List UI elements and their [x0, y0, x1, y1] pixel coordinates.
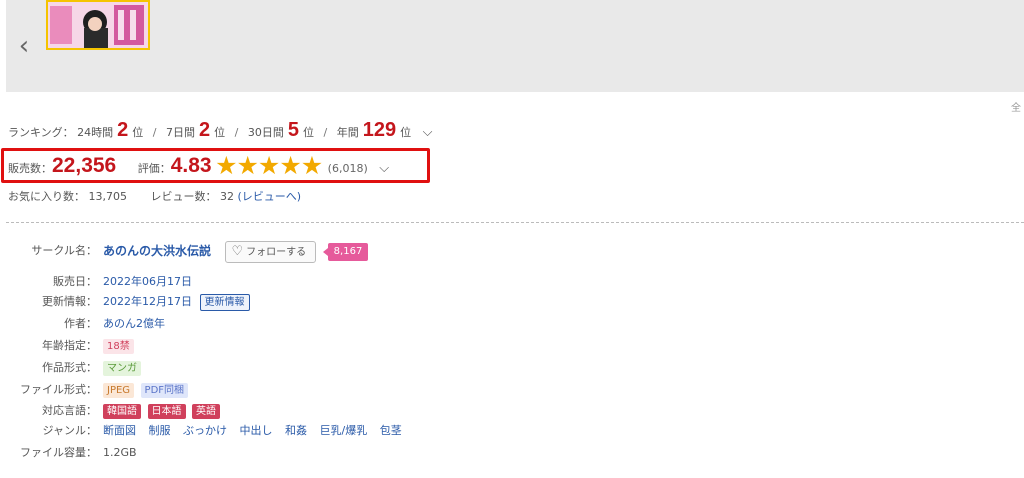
- ranking-label: ランキング：: [8, 126, 74, 139]
- language-tag[interactable]: 韓国語: [103, 404, 141, 419]
- rating-count: (6,018): [327, 162, 368, 175]
- genre-link[interactable]: 和姦: [285, 424, 307, 437]
- ranking-unit: 位: [400, 126, 412, 139]
- genre-link[interactable]: 制服: [149, 424, 171, 437]
- separator: /: [234, 126, 239, 139]
- ranking-unit: 位: [214, 126, 226, 139]
- favorites-row: お気に入り数： 13,705 レビュー数： 32 (レビューへ): [8, 189, 301, 205]
- genre-link[interactable]: 包茎: [380, 424, 402, 437]
- circle-name-link[interactable]: あのんの大洪水伝説: [103, 244, 211, 258]
- genre-link[interactable]: ぶっかけ: [183, 424, 227, 437]
- ranking-value: 2: [117, 119, 129, 141]
- follow-button[interactable]: ♡ フォローする: [224, 241, 317, 263]
- updated-date-link[interactable]: 2022年12月17日: [103, 295, 192, 308]
- circle-label: サークル名：: [31, 244, 97, 257]
- star-rating-icon: ★★★★★: [215, 151, 323, 180]
- divider: [6, 222, 1024, 223]
- review-label: レビュー数：: [150, 190, 217, 203]
- file-format-label: ファイル形式：: [20, 383, 97, 396]
- detail-row-format: 作品形式： マンガ: [0, 358, 480, 378]
- detail-row-filesize: ファイル容量： 1.2GB: [0, 443, 480, 463]
- sales-value: 22,356: [52, 154, 117, 177]
- languages-label: 対応言語：: [42, 404, 97, 417]
- rating-value: 4.83: [170, 154, 212, 177]
- detail-row-age: 年齢指定： 18禁: [0, 336, 480, 356]
- heart-icon: ♡: [231, 244, 244, 259]
- ranking-value: 129: [362, 119, 397, 141]
- detail-row-circle: サークル名： あのんの大洪水伝説 ♡ フォローする 8,167: [0, 240, 480, 263]
- age-label: 年齢指定：: [42, 339, 97, 352]
- separator: /: [152, 126, 157, 139]
- separator: /: [323, 126, 328, 139]
- ranking-unit: 位: [302, 126, 314, 139]
- ranking-period: 30日間: [247, 126, 284, 139]
- genre-link[interactable]: 断面図: [103, 424, 136, 437]
- format-label: 作品形式：: [42, 361, 97, 374]
- follow-label: フォローする: [246, 247, 307, 258]
- ranking-period: 24時間: [77, 126, 114, 139]
- filesize-label: ファイル容量：: [20, 446, 97, 459]
- chevron-left-icon[interactable]: ‹: [12, 32, 36, 60]
- detail-row-release: 販売日： 2022年06月17日: [0, 272, 480, 292]
- image-gallery: [6, 0, 1024, 92]
- ranking-period: 7日間: [166, 126, 196, 139]
- age-tag[interactable]: 18禁: [103, 339, 134, 354]
- author-label: 作者：: [64, 317, 97, 330]
- ranking-row: ランキング： 24時間 2 位 / 7日間 2 位 / 30日間 5 位 / 年間 129 位 …: [8, 118, 432, 142]
- chevron-down-icon[interactable]: ⌵: [423, 125, 433, 140]
- detail-row-genre: ジャンル： 断面図 制服 ぶっかけ 中出し 和姦 巨乳/爆乳 包茎: [0, 421, 480, 441]
- genre-link[interactable]: 巨乳/爆乳: [320, 424, 368, 437]
- sales-label: 販売数：: [8, 162, 52, 175]
- chevron-down-icon[interactable]: ⌵: [379, 161, 389, 176]
- detail-row-file-format: ファイル形式： JPEG PDF同梱: [0, 380, 480, 400]
- edge-text: 全: [1011, 103, 1021, 114]
- rating-label: 評価：: [137, 162, 171, 175]
- detail-row-updated: 更新情報： 2022年12月17日 更新情報: [0, 292, 480, 312]
- thumbnail-image[interactable]: [46, 0, 150, 50]
- sales-rating-row: 販売数：22,356 評価：4.83 ★★★★★ (6,018) ⌵: [8, 152, 389, 180]
- language-tag[interactable]: 日本語: [147, 404, 186, 419]
- review-link[interactable]: (レビューへ): [238, 190, 302, 203]
- file-format-tag[interactable]: PDF同梱: [140, 383, 189, 398]
- update-info-tag[interactable]: 更新情報: [199, 294, 250, 311]
- release-label: 販売日：: [53, 275, 97, 288]
- ranking-unit: 位: [132, 126, 144, 139]
- release-date-link[interactable]: 2022年06月17日: [103, 272, 192, 292]
- updated-label: 更新情報：: [42, 295, 97, 308]
- author-link[interactable]: あのん2億年: [103, 314, 165, 334]
- ranking-value: 5: [287, 119, 299, 141]
- favorites-value: 13,705: [88, 190, 128, 203]
- filesize-value: 1.2GB: [103, 446, 137, 459]
- detail-row-author: 作者： あのん2億年: [0, 314, 480, 334]
- ranking-period: 年間: [336, 126, 359, 139]
- follow-count-badge: 8,167: [322, 243, 369, 261]
- format-tag[interactable]: マンガ: [103, 361, 141, 376]
- language-tag[interactable]: 英語: [192, 404, 220, 419]
- favorites-label: お気に入り数：: [8, 190, 85, 203]
- ranking-value: 2: [199, 119, 211, 141]
- genre-label: ジャンル：: [42, 424, 97, 437]
- file-format-tag[interactable]: JPEG: [103, 383, 135, 398]
- genre-link[interactable]: 中出し: [240, 424, 273, 437]
- review-value: 32: [220, 190, 234, 203]
- detail-row-languages: 対応言語： 韓国語 日本語 英語: [0, 401, 480, 421]
